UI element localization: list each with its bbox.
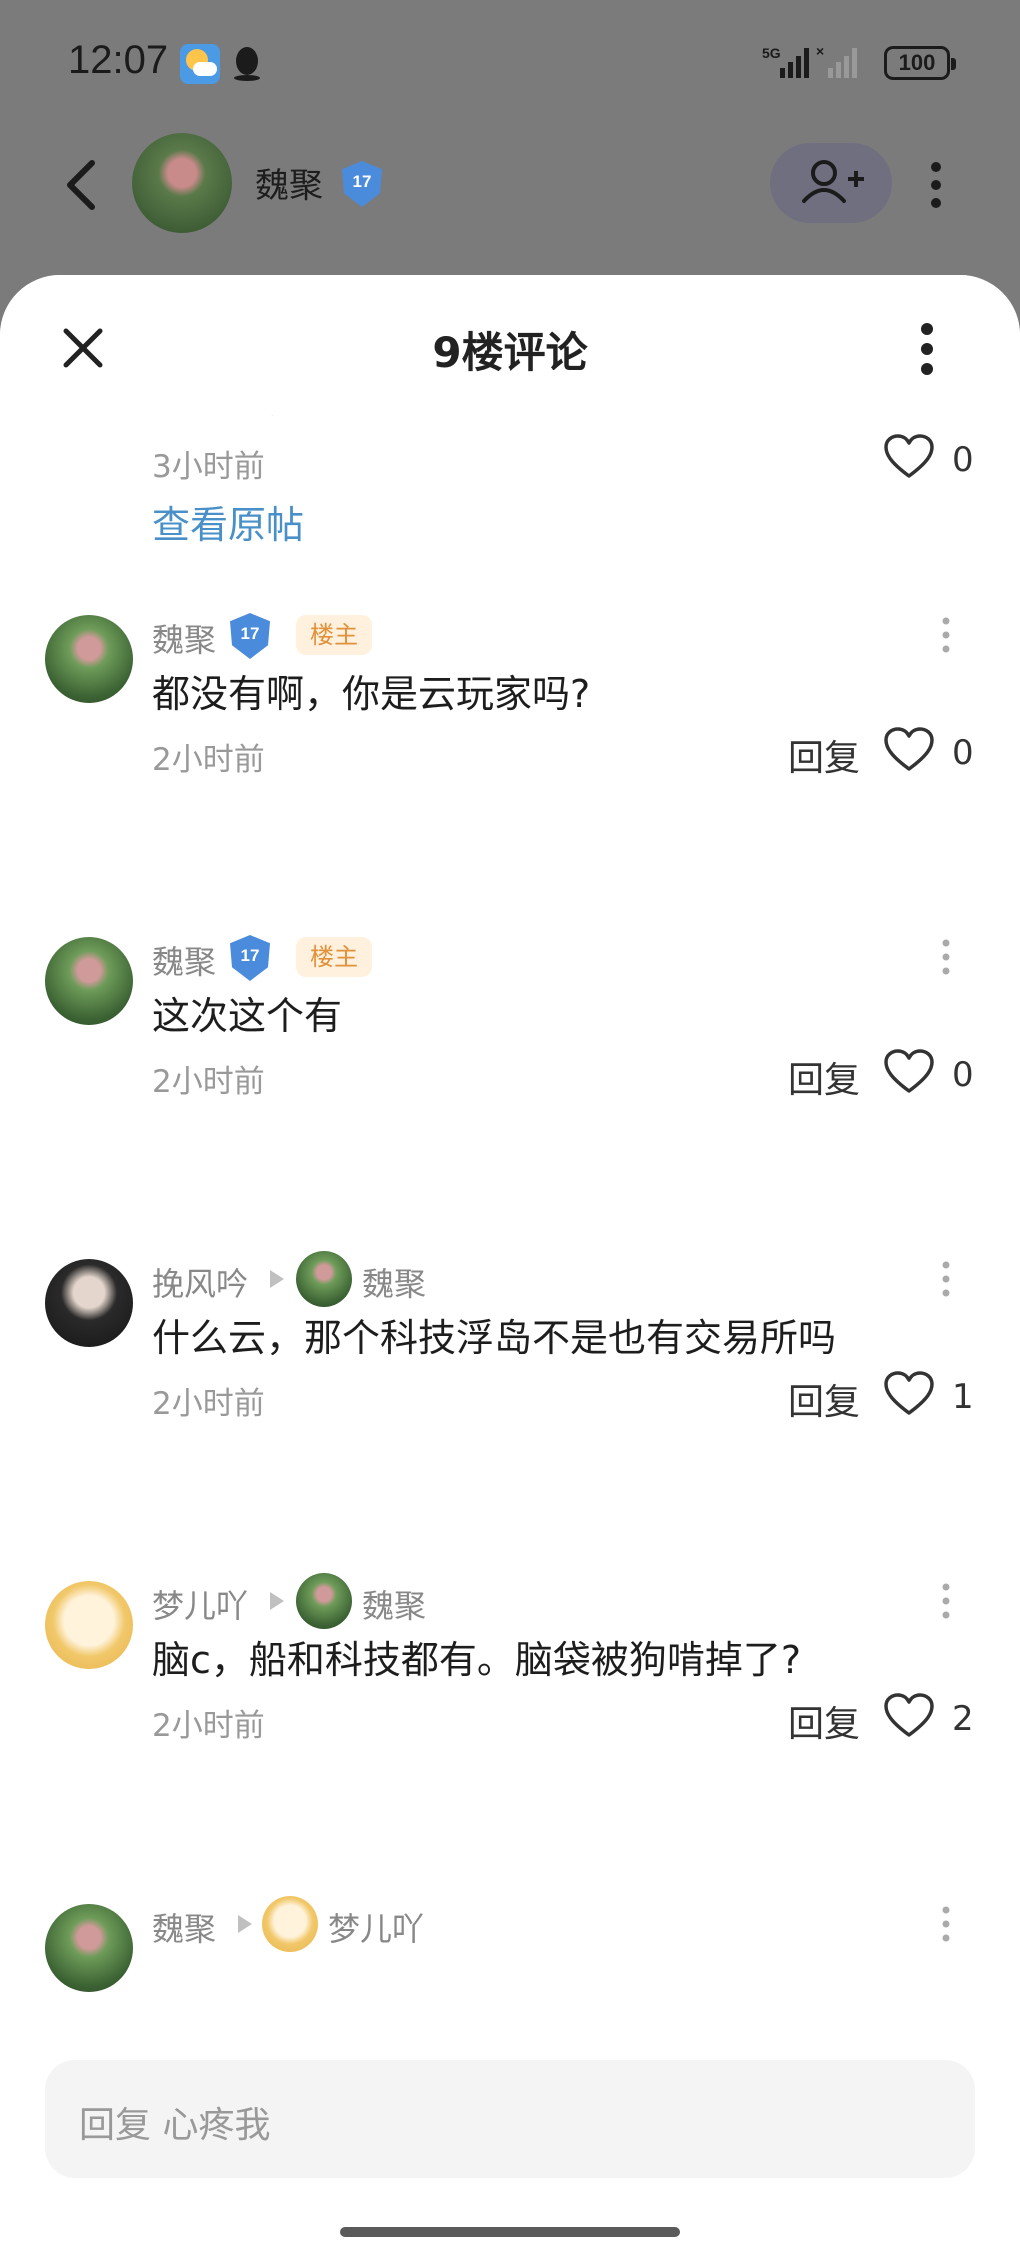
weather-icon	[180, 44, 220, 84]
comment-text: 都没有啊，你是云玩家吗?	[152, 672, 591, 716]
view-original-link[interactable]: 查看原帖	[152, 494, 304, 549]
svg-text:5G: 5G	[762, 45, 781, 61]
level-badge-icon: 17	[342, 161, 382, 207]
more-vertical-icon[interactable]	[940, 1581, 952, 1621]
comments-sheet: 9楼评论 没啥用，从阿里之后的哪个皮肤没有交易所 3小时前 0 查看原帖 魏聚 …	[0, 275, 1020, 2264]
avatar[interactable]	[132, 133, 232, 233]
avatar[interactable]	[45, 615, 133, 703]
status-bar: 12:07 5G × 100	[0, 0, 1020, 125]
add-friend-icon	[802, 160, 864, 203]
avatar[interactable]	[45, 937, 133, 1025]
more-vertical-icon[interactable]	[912, 319, 942, 379]
comment-time: 2小时前	[152, 1386, 265, 1422]
more-vertical-icon[interactable]	[940, 1904, 952, 1944]
comment-time: 3小时前	[152, 449, 265, 485]
avatar[interactable]	[45, 1581, 133, 1669]
add-friend-button[interactable]	[770, 143, 892, 223]
more-vertical-icon[interactable]	[924, 155, 948, 215]
sheet-header: 9楼评论	[0, 275, 1020, 415]
level-badge-icon: 17	[230, 935, 270, 981]
more-vertical-icon[interactable]	[940, 937, 952, 977]
reply-button[interactable]: 回复	[788, 1051, 860, 1103]
heart-icon[interactable]	[884, 727, 934, 773]
svg-text:×: ×	[816, 43, 824, 59]
battery-icon: 100	[884, 46, 956, 80]
comment-text: 脑c，船和科技都有。脑袋被狗啃掉了?	[152, 1638, 802, 1682]
back-arrow-icon[interactable]	[62, 155, 102, 215]
heart-icon[interactable]	[884, 434, 934, 480]
comment-time: 2小时前	[152, 1064, 265, 1100]
comment-user-name[interactable]: 挽风吟	[152, 1259, 248, 1305]
avatar[interactable]	[45, 1904, 133, 1992]
more-vertical-icon[interactable]	[940, 1259, 952, 1299]
reply-arrow-icon	[270, 1592, 284, 1610]
reply-to-name[interactable]: 魏聚	[362, 1259, 426, 1305]
comment-user-name[interactable]: 梦儿吖	[152, 1581, 248, 1627]
reply-arrow-icon	[238, 1915, 252, 1933]
avatar[interactable]	[262, 1896, 318, 1952]
reply-arrow-icon	[270, 1270, 284, 1288]
reply-input[interactable]: 回复 心疼我	[45, 2060, 975, 2178]
like-count: 0	[952, 1055, 974, 1095]
like-count: 1	[952, 1377, 974, 1417]
sheet-title: 9楼评论	[432, 328, 588, 377]
like-count: 0	[952, 440, 974, 480]
comment-list[interactable]: 没啥用，从阿里之后的哪个皮肤没有交易所 3小时前 0 查看原帖 魏聚 17 楼主…	[0, 400, 1020, 2035]
reply-to-name[interactable]: 梦儿吖	[328, 1904, 424, 1950]
qq-icon	[234, 47, 260, 81]
owner-tag: 楼主	[296, 937, 372, 977]
comment-time: 2小时前	[152, 742, 265, 778]
comment-text: 这次这个有	[152, 994, 343, 1038]
avatar[interactable]	[296, 1251, 352, 1307]
reply-button[interactable]: 回复	[788, 1373, 860, 1425]
reply-to-name[interactable]: 魏聚	[362, 1581, 426, 1627]
like-count: 0	[952, 733, 974, 773]
owner-tag: 楼主	[296, 615, 372, 655]
heart-icon[interactable]	[884, 1049, 934, 1095]
heart-icon[interactable]	[884, 1371, 934, 1417]
reply-button[interactable]: 回复	[788, 1695, 860, 1747]
reply-button[interactable]: 回复	[788, 729, 860, 781]
comment-user-name[interactable]: 魏聚	[152, 937, 216, 983]
chat-header: 魏聚 17	[0, 125, 1020, 275]
status-time: 12:07	[68, 38, 169, 82]
comment-user-name[interactable]: 魏聚	[152, 615, 216, 661]
avatar[interactable]	[45, 1259, 133, 1347]
comment-text: 什么云，那个科技浮岛不是也有交易所吗	[152, 1316, 837, 1360]
level-badge-icon: 17	[230, 613, 270, 659]
comment-user-name[interactable]: 魏聚	[152, 1904, 216, 1950]
home-indicator[interactable]	[340, 2227, 680, 2237]
user-name[interactable]: 魏聚	[255, 158, 323, 207]
avatar[interactable]	[296, 1573, 352, 1629]
comment-time: 2小时前	[152, 1708, 265, 1744]
more-vertical-icon[interactable]	[940, 615, 952, 655]
reply-input-placeholder: 回复 心疼我	[79, 2105, 271, 2146]
like-count: 2	[952, 1699, 974, 1739]
heart-icon[interactable]	[884, 1693, 934, 1739]
